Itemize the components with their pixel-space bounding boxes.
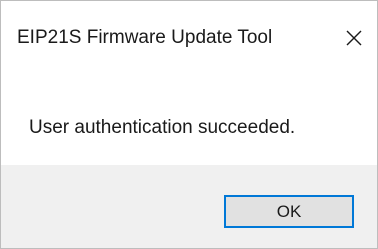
dialog-content: User authentication succeeded.: [1, 79, 377, 165]
dialog-message: User authentication succeeded.: [29, 117, 296, 138]
title-bar: EIP21S Firmware Update Tool: [1, 1, 377, 79]
close-icon: [345, 29, 363, 47]
dialog-title: EIP21S Firmware Update Tool: [17, 27, 273, 48]
dialog-window: EIP21S Firmware Update Tool User authent…: [0, 0, 378, 249]
dialog-footer: OK: [1, 165, 377, 248]
ok-button[interactable]: OK: [224, 195, 354, 228]
close-button[interactable]: [331, 15, 377, 61]
